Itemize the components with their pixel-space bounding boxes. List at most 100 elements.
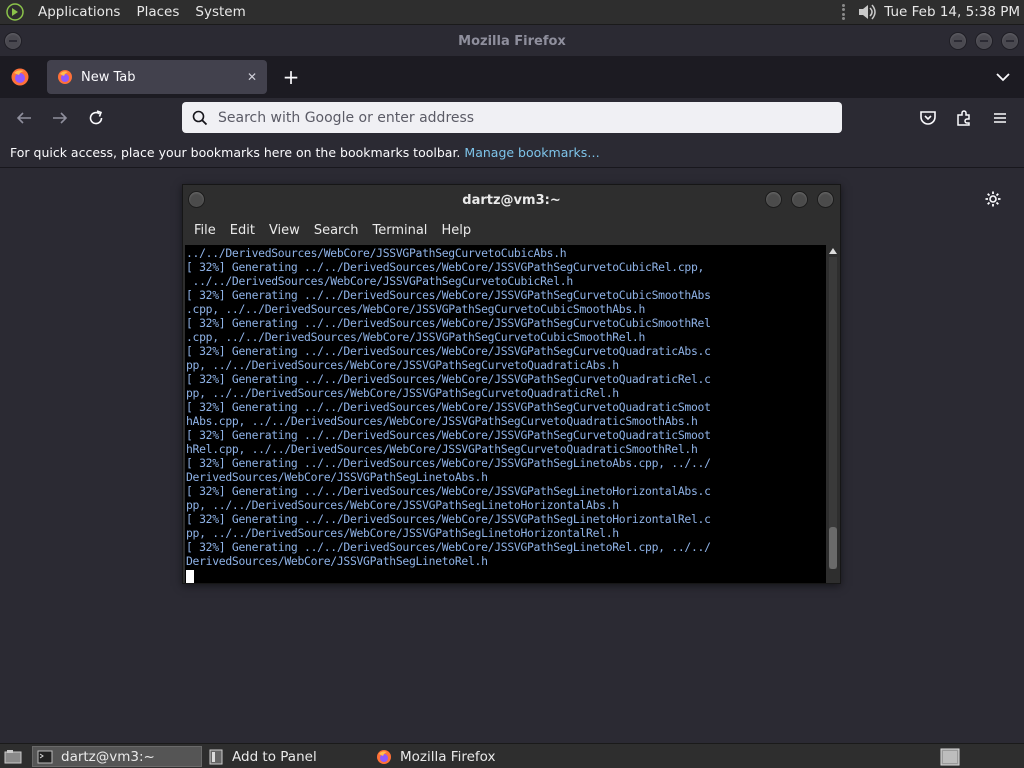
terminal-line: hAbs.cpp, ../../DerivedSources/WebCore/J…	[186, 414, 698, 428]
workspace-switcher[interactable]	[936, 746, 960, 767]
terminal-close-button[interactable]	[817, 191, 834, 208]
pocket-button[interactable]	[916, 106, 940, 130]
terminal-text: ../../DerivedSources/WebCore/JSSVGPathSe…	[185, 246, 826, 583]
terminal-line: .cpp, ../../DerivedSources/WebCore/JSSVG…	[186, 330, 646, 344]
reload-icon	[89, 110, 103, 125]
volume-icon[interactable]	[856, 2, 878, 22]
manage-bookmarks-link[interactable]: Manage bookmarks…	[464, 145, 599, 160]
maximize-button[interactable]	[975, 32, 993, 50]
taskbar-item-add-to-panel[interactable]: Add to Panel	[204, 746, 368, 767]
firefox-window-title: Mozilla Firefox	[458, 33, 566, 49]
url-bar[interactable]	[182, 102, 842, 133]
app-menu-button[interactable]	[988, 106, 1012, 130]
menu-help[interactable]: Help	[434, 223, 478, 238]
menu-file[interactable]: File	[187, 223, 223, 238]
taskbar-firefox-label: Mozilla Firefox	[400, 748, 496, 765]
menu-search[interactable]: Search	[307, 223, 366, 238]
terminal-line: ../../DerivedSources/WebCore/JSSVGPathSe…	[186, 246, 567, 260]
terminal-line: [ 32%] Generating ../../DerivedSources/W…	[186, 540, 711, 554]
gear-icon[interactable]	[984, 190, 1002, 208]
terminal-titlebar[interactable]: dartz@vm3:~	[183, 185, 840, 215]
panel-icon	[209, 749, 223, 764]
terminal-line: DerivedSources/WebCore/JSSVGPathSegLinet…	[186, 470, 488, 484]
workspace-icon	[940, 748, 960, 765]
scroll-thumb[interactable]	[829, 527, 837, 569]
terminal-window[interactable]: dartz@vm3:~ File Edit View Search Termin…	[182, 184, 841, 584]
bookmarks-toolbar: For quick access, place your bookmarks h…	[0, 138, 1024, 168]
gnome-logo-icon[interactable]	[6, 3, 24, 21]
terminal-line: [ 32%] Generating ../../DerivedSources/W…	[186, 344, 711, 358]
terminal-window-menu-button[interactable]	[188, 191, 205, 208]
show-desktop-button[interactable]	[0, 746, 26, 767]
forward-button[interactable]	[48, 106, 72, 130]
menu-view[interactable]: View	[262, 223, 307, 238]
terminal-maximize-button[interactable]	[791, 191, 808, 208]
puzzle-piece-icon	[957, 110, 970, 126]
reload-button[interactable]	[84, 106, 108, 130]
applications-menu[interactable]: Applications	[30, 0, 128, 25]
terminal-title: dartz@vm3:~	[462, 192, 561, 208]
pocket-icon	[920, 111, 936, 125]
terminal-minimize-button[interactable]	[765, 191, 782, 208]
terminal-line: [ 32%] Generating ../../DerivedSources/W…	[186, 400, 711, 414]
terminal-cursor	[186, 569, 194, 583]
close-window-button[interactable]	[1001, 32, 1019, 50]
back-arrow-icon	[16, 112, 31, 124]
terminal-line: pp, ../../DerivedSources/WebCore/JSSVGPa…	[186, 526, 619, 540]
new-tab-button[interactable]: +	[280, 65, 302, 89]
show-desktop-icon	[4, 749, 22, 763]
tab-label: New Tab	[81, 69, 136, 85]
panel-handle-icon[interactable]	[842, 3, 850, 21]
places-menu[interactable]: Places	[128, 0, 187, 25]
bookmarks-empty-text: For quick access, place your bookmarks h…	[10, 145, 461, 160]
system-menu[interactable]: System	[187, 0, 253, 25]
terminal-line: [ 32%] Generating ../../DerivedSources/W…	[186, 288, 711, 302]
list-all-tabs-icon[interactable]	[994, 68, 1012, 86]
terminal-line: pp, ../../DerivedSources/WebCore/JSSVGPa…	[186, 358, 619, 372]
minimize-button[interactable]	[949, 32, 967, 50]
tab-strip: New Tab ✕ +	[0, 56, 1024, 98]
terminal-line: [ 32%] Generating ../../DerivedSources/W…	[186, 372, 711, 386]
navigation-toolbar	[0, 98, 1024, 138]
close-tab-icon[interactable]: ✕	[241, 66, 263, 88]
top-panel: Applications Places System Tue Feb 14, 5…	[0, 0, 1024, 25]
firefox-titlebar[interactable]: Mozilla Firefox	[0, 26, 1024, 56]
firefox-favicon-icon	[58, 70, 72, 84]
forward-arrow-icon	[53, 112, 68, 124]
window-menu-button[interactable]	[4, 32, 22, 50]
search-icon	[192, 110, 208, 125]
hamburger-menu-icon	[994, 113, 1006, 123]
terminal-line: .cpp, ../../DerivedSources/WebCore/JSSVG…	[186, 302, 646, 316]
clock[interactable]: Tue Feb 14, 5:38 PM	[884, 4, 1024, 20]
terminal-line: [ 32%] Generating ../../DerivedSources/W…	[186, 512, 711, 526]
terminal-line: [ 32%] Generating ../../DerivedSources/W…	[186, 484, 711, 498]
taskbar-terminal-label: dartz@vm3:~	[61, 748, 155, 765]
bottom-panel: dartz@vm3:~ Add to Panel Mozilla Firefox	[0, 743, 1024, 768]
terminal-line: pp, ../../DerivedSources/WebCore/JSSVGPa…	[186, 386, 619, 400]
firefox-view-icon[interactable]	[10, 67, 30, 87]
menu-edit[interactable]: Edit	[223, 223, 262, 238]
extensions-button[interactable]	[952, 106, 976, 130]
terminal-line: ../../DerivedSources/WebCore/JSSVGPathSe…	[186, 274, 574, 288]
url-input[interactable]	[218, 109, 818, 126]
terminal-line: [ 32%] Generating ../../DerivedSources/W…	[186, 260, 705, 274]
terminal-menubar: File Edit View Search Terminal Help	[183, 215, 840, 245]
terminal-line: [ 32%] Generating ../../DerivedSources/W…	[186, 428, 711, 442]
terminal-line: [ 32%] Generating ../../DerivedSources/W…	[186, 456, 711, 470]
taskbar-item-terminal[interactable]: dartz@vm3:~	[32, 746, 202, 767]
terminal-line: hRel.cpp, ../../DerivedSources/WebCore/J…	[186, 442, 698, 456]
terminal-line: pp, ../../DerivedSources/WebCore/JSSVGPa…	[186, 498, 619, 512]
terminal-line: [ 32%] Generating ../../DerivedSources/W…	[186, 316, 711, 330]
terminal-line: DerivedSources/WebCore/JSSVGPathSegLinet…	[186, 554, 488, 568]
scroll-track[interactable]	[829, 257, 837, 569]
scroll-up-arrow-icon[interactable]	[827, 245, 839, 257]
back-button[interactable]	[12, 106, 36, 130]
firefox-icon	[377, 749, 391, 764]
taskbar-add-to-panel-label: Add to Panel	[232, 748, 317, 765]
terminal-output[interactable]: ../../DerivedSources/WebCore/JSSVGPathSe…	[185, 245, 826, 583]
tab-new-tab[interactable]: New Tab ✕	[47, 60, 267, 94]
terminal-icon	[37, 750, 53, 763]
terminal-scrollbar[interactable]	[827, 245, 839, 583]
taskbar-item-firefox[interactable]: Mozilla Firefox	[372, 746, 542, 767]
menu-terminal[interactable]: Terminal	[365, 223, 434, 238]
